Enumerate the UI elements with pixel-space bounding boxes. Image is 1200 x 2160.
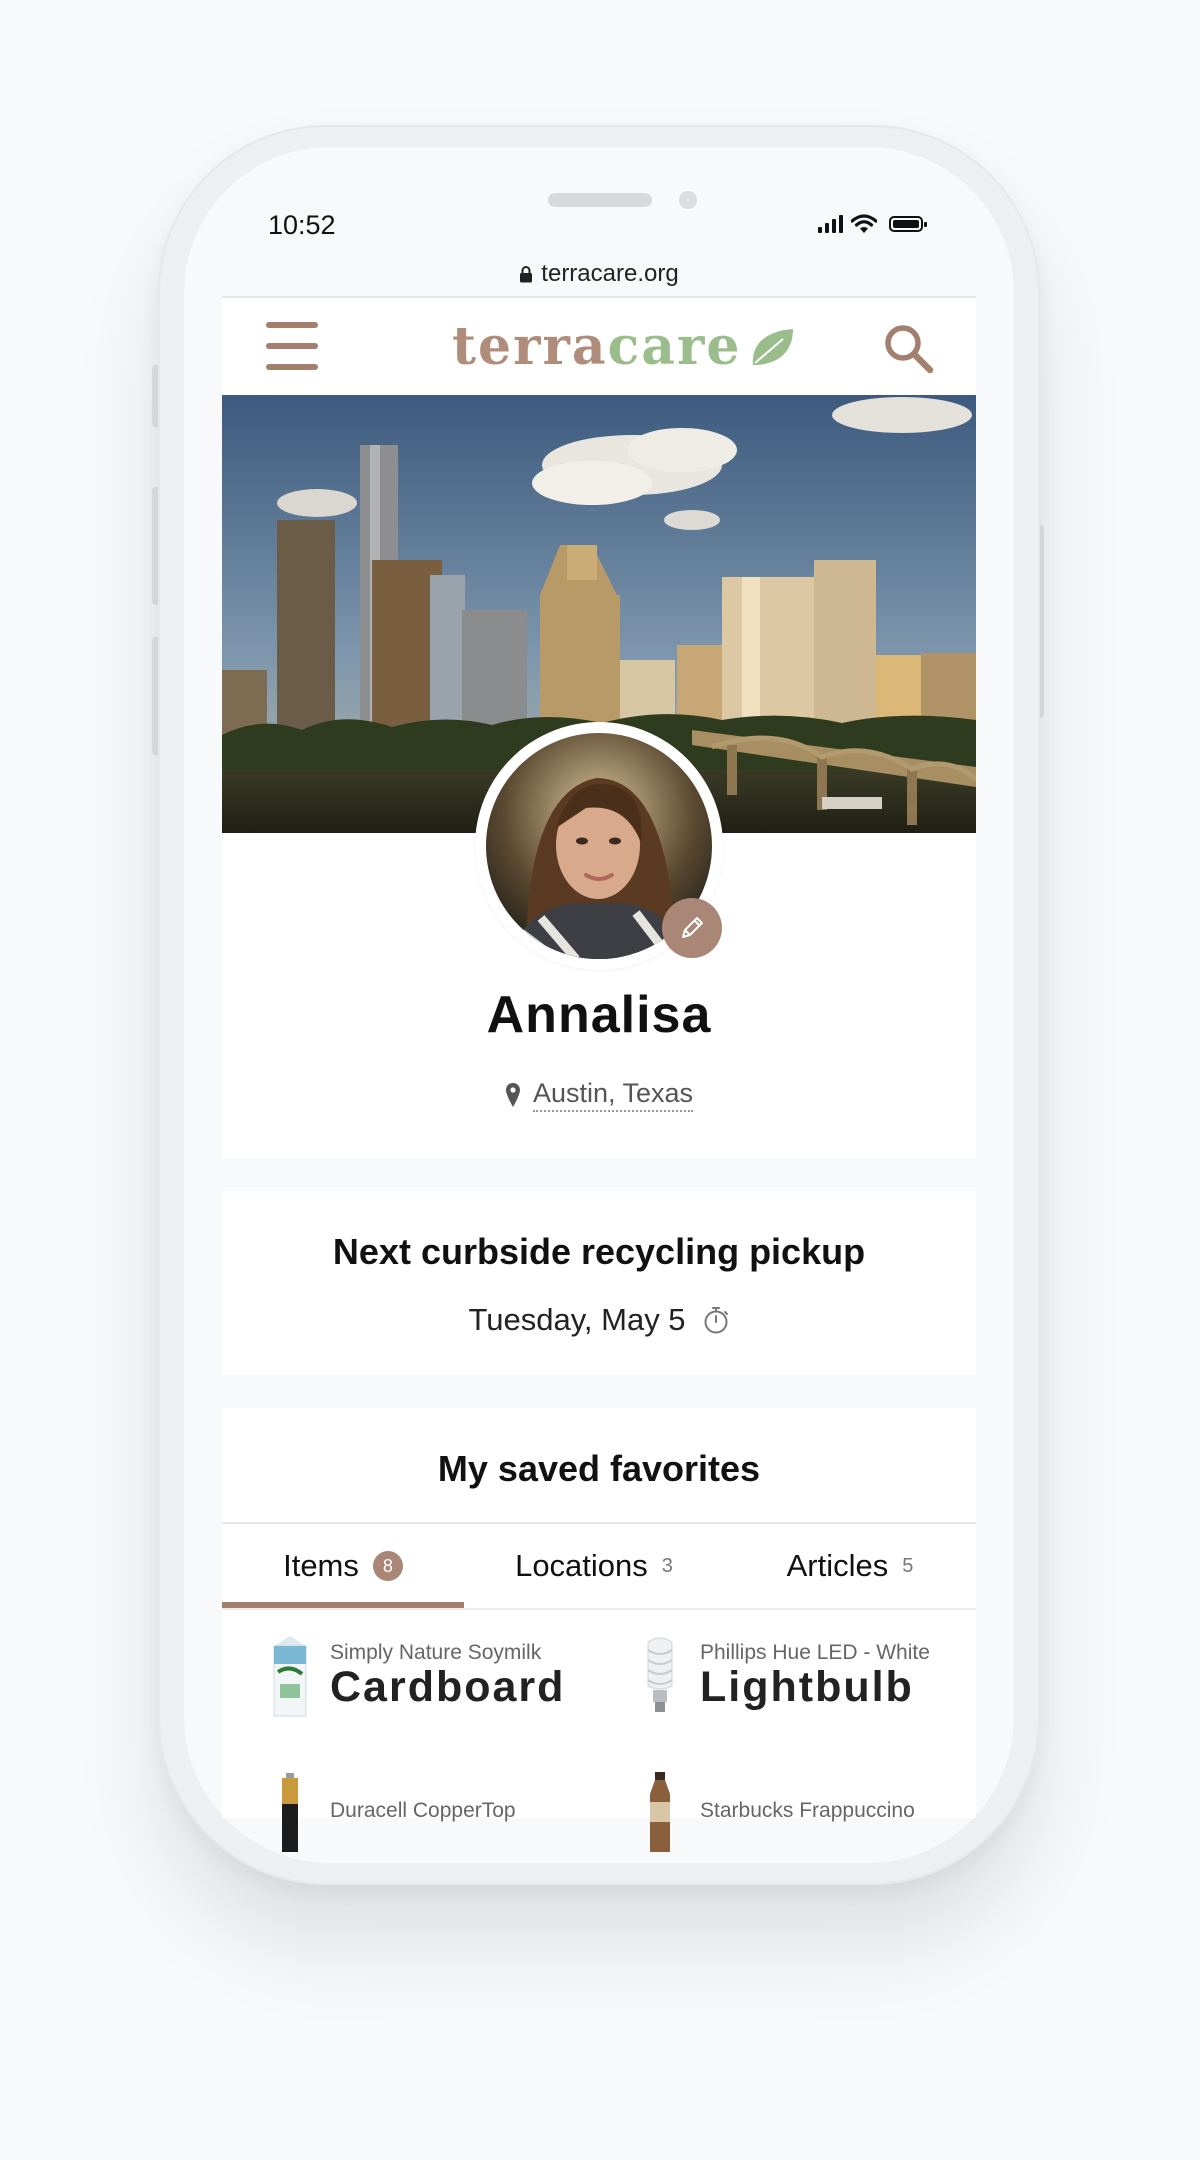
tab-locations[interactable]: Locations 3 <box>464 1524 724 1608</box>
tab-locations-label: Locations <box>515 1548 648 1583</box>
tab-items-count-badge: 8 <box>372 1551 403 1581</box>
pickup-date: Tuesday, May 5 <box>468 1302 686 1337</box>
pickup-date-row: Tuesday, May 5 <box>222 1302 976 1338</box>
tab-items[interactable]: Items 8 <box>222 1524 464 1608</box>
url-text: terracare.org <box>541 260 679 287</box>
tab-articles-label: Articles <box>786 1548 889 1583</box>
favorite-item[interactable]: Duracell CopperTop <box>264 1768 516 1852</box>
favorite-item-category: Cardboard <box>330 1662 566 1711</box>
favorite-item-name: Starbucks Frappuccino <box>700 1799 915 1822</box>
pickup-card: Next curbside recycling pickup Tuesday, … <box>222 1191 976 1375</box>
tab-items-label: Items <box>283 1548 359 1583</box>
status-icons <box>818 214 927 234</box>
battery-product-icon <box>264 1768 316 1852</box>
battery-icon <box>889 216 927 232</box>
favorite-item-name: Phillips Hue LED - White <box>700 1640 930 1664</box>
lightbulb-icon <box>634 1634 686 1718</box>
favorite-item-name: Duracell CopperTop <box>330 1799 516 1822</box>
address-bar[interactable]: terracare.org <box>222 253 976 295</box>
phone-camera <box>679 191 697 209</box>
phone-speaker <box>548 193 652 207</box>
favorite-item[interactable]: Simply Nature Soymilk Cardboard <box>264 1634 565 1718</box>
edit-avatar-button[interactable] <box>662 898 722 958</box>
pencil-icon <box>682 917 703 938</box>
bottle-icon <box>634 1768 686 1852</box>
favorites-card: My saved favorites Items 8 Locations 3 A… <box>222 1408 976 1852</box>
soymilk-carton-icon <box>264 1634 316 1718</box>
tab-articles[interactable]: Articles 5 <box>724 1524 976 1608</box>
tab-articles-count: 5 <box>902 1554 914 1577</box>
logo-text-terra: terra <box>452 316 608 377</box>
tab-locations-count: 3 <box>661 1554 673 1577</box>
lock-icon <box>520 266 533 283</box>
wifi-icon <box>851 214 877 233</box>
leaf-icon <box>753 328 794 365</box>
logo-text-care: care <box>607 316 742 377</box>
location-text: Austin, Texas <box>532 1078 694 1112</box>
favorites-tabs: Items 8 Locations 3 Articles 5 <box>222 1524 976 1608</box>
cellular-signal-icon <box>818 215 843 233</box>
profile-name: Annalisa <box>486 986 712 1044</box>
stopwatch-icon <box>704 1307 728 1334</box>
tabs-divider <box>222 1608 976 1610</box>
pickup-title: Next curbside recycling pickup <box>332 1231 866 1272</box>
favorite-item-name: Simply Nature Soymilk <box>330 1640 542 1664</box>
favorite-item[interactable]: Starbucks Frappuccino <box>634 1768 915 1852</box>
map-pin-icon <box>505 1083 520 1107</box>
favorite-item-category: Lightbulb <box>700 1662 914 1711</box>
terracare-logo[interactable]: terra care <box>452 316 795 377</box>
hamburger-menu-icon[interactable] <box>266 322 318 370</box>
profile-location[interactable]: Austin, Texas <box>222 1078 976 1112</box>
search-icon[interactable] <box>882 322 934 374</box>
favorites-title: My saved favorites <box>437 1448 761 1489</box>
status-time: 10:52 <box>268 210 336 240</box>
favorite-item[interactable]: Phillips Hue LED - White Lightbulb <box>634 1634 930 1718</box>
